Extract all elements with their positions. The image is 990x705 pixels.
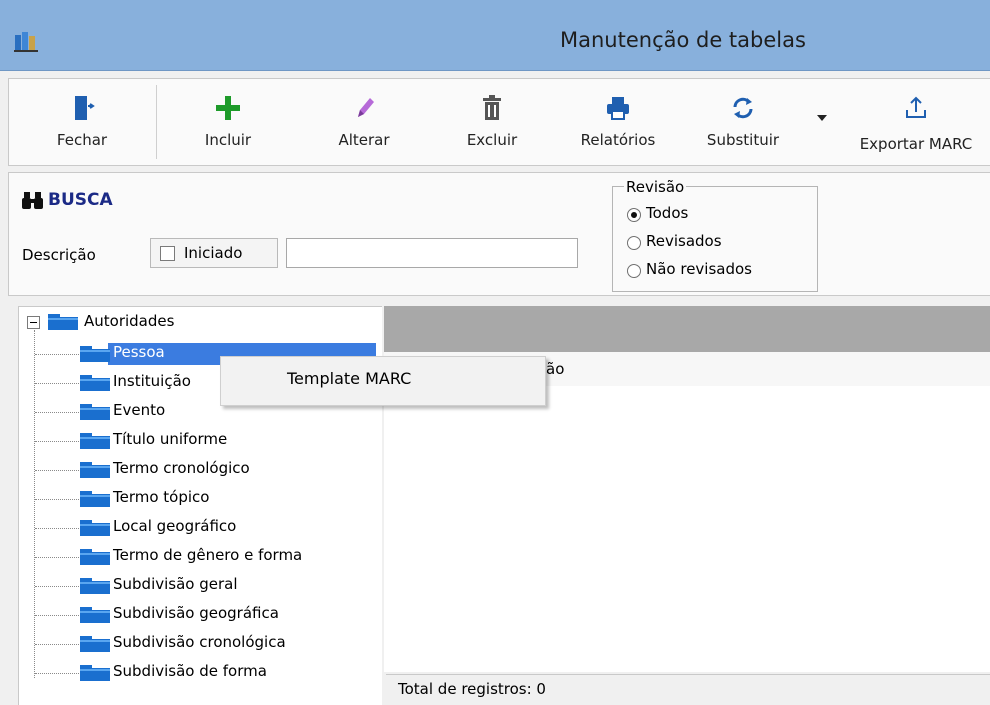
grid-column-label: ão (546, 360, 565, 378)
folder-icon (80, 346, 110, 362)
printer-icon (607, 97, 629, 120)
title-bar: Manutenção de tabelas (0, 0, 990, 71)
toolbar: Fechar Incluir Alterar Excluir Relatório… (8, 78, 990, 166)
tree-node-2[interactable]: Evento (113, 401, 165, 419)
tree-connector (35, 412, 79, 414)
grid-header-bar (384, 306, 990, 352)
pencil-icon (358, 98, 374, 117)
tree-connector (35, 441, 79, 443)
refresh-icon (733, 97, 753, 119)
search-panel (8, 172, 990, 296)
toolbar-separator (156, 85, 157, 159)
window-title: Manutenção de tabelas (560, 28, 806, 52)
folder-icon (80, 578, 110, 594)
tree-connector (35, 615, 79, 617)
relatorios-button[interactable]: Relatórios (563, 79, 673, 163)
collapse-toggle-icon[interactable] (27, 316, 40, 329)
alterar-button[interactable]: Alterar (309, 79, 419, 163)
radio-todos[interactable] (627, 208, 641, 222)
iniciado-label: Iniciado (184, 244, 243, 262)
radio-nao-revisados-label: Não revisados (646, 260, 752, 278)
exportar-marc-button[interactable]: Exportar MARC (841, 79, 990, 163)
radio-nao-revisados[interactable] (627, 264, 641, 278)
fechar-button[interactable]: Fechar (9, 79, 155, 163)
substituir-label: Substituir (706, 131, 780, 149)
upload-icon (906, 96, 926, 118)
excluir-button[interactable]: Excluir (437, 79, 547, 163)
tree-connector (35, 557, 79, 559)
tree-node-11[interactable]: Subdivisão de forma (113, 662, 267, 680)
radio-todos-label: Todos (646, 204, 689, 222)
tree-connector (35, 528, 79, 530)
radio-revisados[interactable] (627, 236, 641, 250)
tree-connector (35, 673, 79, 675)
description-input[interactable] (286, 238, 578, 268)
binoculars-icon (22, 192, 43, 209)
tree-root-autoridades[interactable]: Autoridades (84, 312, 174, 330)
chevron-down-icon[interactable] (817, 115, 827, 121)
tree-connector (35, 499, 79, 501)
tree-node-10[interactable]: Subdivisão cronológica (113, 633, 286, 651)
tree-connector (35, 644, 79, 646)
tree-connector (35, 470, 79, 472)
fechar-label: Fechar (56, 131, 108, 149)
folder-icon (48, 314, 78, 330)
incluir-button[interactable]: Incluir (169, 79, 287, 163)
incluir-label: Incluir (204, 131, 252, 149)
tree-node-9[interactable]: Subdivisão geográfica (113, 604, 279, 622)
iniciado-checkbox[interactable] (160, 246, 175, 261)
relatorios-label: Relatórios (580, 131, 656, 149)
books-app-icon (14, 32, 38, 52)
tree-node-0[interactable]: Pessoa (113, 343, 165, 361)
exportar-marc-label: Exportar MARC (859, 135, 973, 153)
folder-icon (80, 636, 110, 652)
folder-icon (80, 665, 110, 681)
tree-connector (35, 354, 79, 356)
tree-node-8[interactable]: Subdivisão geral (113, 575, 238, 593)
tree-node-7[interactable]: Termo de gênero e forma (113, 546, 302, 564)
folder-icon (80, 462, 110, 478)
tree-node-1[interactable]: Instituição (113, 372, 191, 390)
excluir-label: Excluir (466, 131, 518, 149)
tree-node-3[interactable]: Título uniforme (113, 430, 227, 448)
alterar-label: Alterar (338, 131, 390, 149)
description-label: Descrição (22, 246, 96, 264)
folder-icon (80, 520, 110, 536)
context-menu: Template MARC (220, 356, 546, 406)
tree-node-4[interactable]: Termo cronológico (113, 459, 250, 477)
folder-icon (80, 491, 110, 507)
folder-icon (80, 433, 110, 449)
plus-icon (216, 96, 240, 120)
tree-node-6[interactable]: Local geográfico (113, 517, 236, 535)
trash-icon (483, 95, 501, 120)
busca-title: BUSCA (48, 190, 113, 210)
revisao-legend: Revisão (624, 178, 687, 196)
folder-icon (80, 404, 110, 420)
total-records-label: Total de registros: 0 (398, 680, 546, 698)
folder-icon (80, 375, 110, 391)
tree-connector (35, 586, 79, 588)
door-exit-icon (75, 96, 95, 120)
grid-body[interactable] (384, 386, 990, 672)
folder-icon (80, 549, 110, 565)
substituir-button[interactable]: Substituir (689, 79, 797, 163)
radio-revisados-label: Revisados (646, 232, 722, 250)
tree-connector (35, 383, 79, 385)
folder-icon (80, 607, 110, 623)
tree-node-5[interactable]: Termo tópico (113, 488, 209, 506)
template-marc-menu-item[interactable]: Template MARC (287, 369, 411, 388)
